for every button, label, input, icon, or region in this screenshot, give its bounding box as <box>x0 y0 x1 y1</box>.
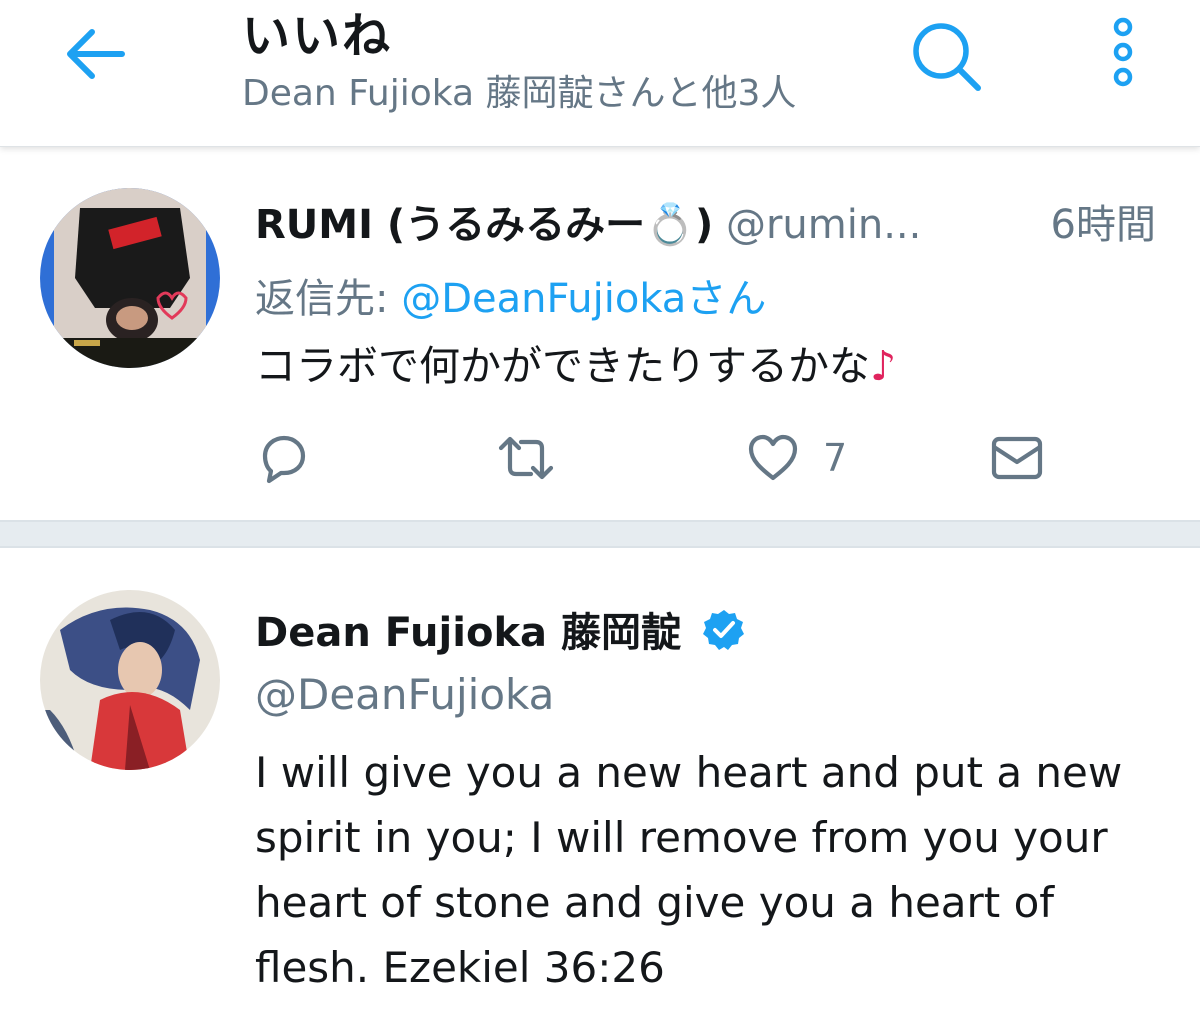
user-handle: @DeanFujioka <box>255 670 555 719</box>
avatar-image <box>40 188 220 368</box>
search-button[interactable] <box>908 18 984 94</box>
display-name[interactable]: Dean Fujioka 藤岡靛 <box>255 610 681 656</box>
avatar[interactable] <box>40 590 220 770</box>
like-count: 7 <box>823 436 848 480</box>
avatar-image <box>40 590 220 770</box>
tweet-actions: 7 <box>255 428 1055 488</box>
search-icon <box>913 23 981 91</box>
reply-icon <box>262 435 306 484</box>
page-title: いいね <box>242 8 393 64</box>
top-app-bar: いいね Dean Fujioka 藤岡靛さんと他3人 <box>0 0 1200 147</box>
verified-badge-icon <box>702 608 746 662</box>
more-options-button[interactable] <box>1100 14 1146 94</box>
reply-button[interactable] <box>255 428 311 488</box>
tweet-header: Dean Fujioka 藤岡靛 <box>255 600 746 662</box>
app-screen: いいね Dean Fujioka 藤岡靛さんと他3人 RUMI (うるみるみー💍… <box>0 0 1200 1013</box>
tweet[interactable]: RUMI (うるみるみー💍) @rumin... 6時間 返信先: @DeanF… <box>0 148 1200 520</box>
avatar[interactable] <box>40 188 220 368</box>
tweet-text: I will give you a new heart and put a ne… <box>255 748 1123 992</box>
reply-context: 返信先: @DeanFujiokaさん <box>255 266 766 324</box>
tweet[interactable]: Dean Fujioka 藤岡靛 @DeanFujioka I will giv… <box>0 548 1200 1013</box>
envelope-icon <box>991 436 1043 480</box>
arrow-left-icon <box>67 29 125 79</box>
reply-to-link[interactable]: @DeanFujiokaさん <box>401 276 766 322</box>
display-name[interactable]: RUMI (うるみるみー💍) <box>255 202 713 248</box>
tweet-header: RUMI (うるみるみー💍) @rumin... <box>255 192 1175 250</box>
page-subtitle: Dean Fujioka 藤岡靛さんと他3人 <box>242 73 797 114</box>
tweet-timestamp: 6時間 <box>1050 202 1156 248</box>
tweet-text: コラボで何かができたりするかな♪ <box>255 332 896 392</box>
heart-icon <box>748 434 798 481</box>
retweet-button[interactable] <box>495 428 557 488</box>
back-button[interactable] <box>60 24 130 84</box>
direct-message-button[interactable] <box>989 428 1045 488</box>
user-handle: @rumin... <box>725 202 922 248</box>
timeline-divider <box>0 520 1200 548</box>
reply-prefix: 返信先: <box>255 276 402 322</box>
retweet-icon <box>498 436 554 480</box>
more-vertical-icon <box>1113 17 1133 87</box>
tweet-body: コラボで何かができたりするかな <box>255 342 870 390</box>
music-note-emoji: ♪ <box>870 342 897 390</box>
like-button[interactable]: 7 <box>745 428 847 488</box>
